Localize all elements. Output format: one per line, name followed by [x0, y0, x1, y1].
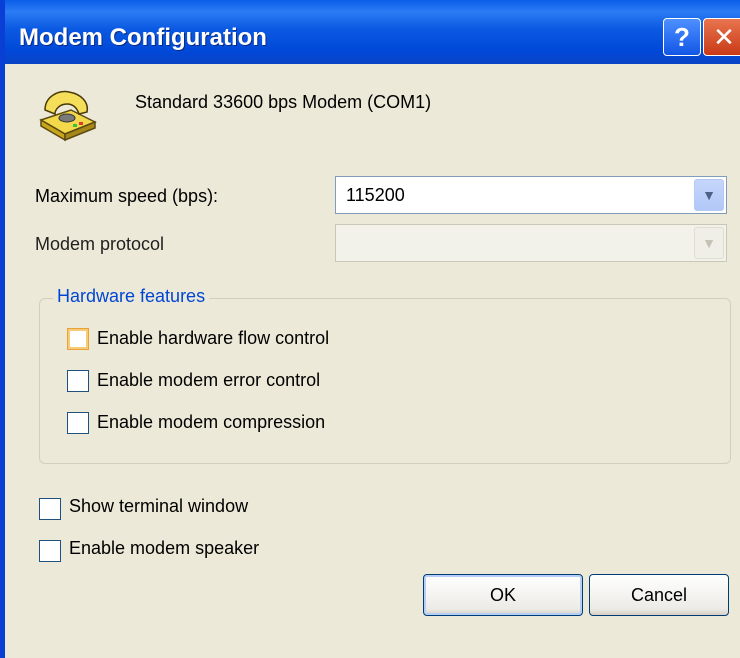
question-mark-icon: ?: [674, 22, 690, 52]
modem-compression-checkbox[interactable]: [67, 412, 89, 434]
chevron-down-icon: ▼: [694, 227, 724, 259]
hardware-flow-control-label[interactable]: Enable hardware flow control: [97, 328, 329, 349]
ok-button[interactable]: OK: [423, 574, 583, 616]
help-button[interactable]: ?: [663, 18, 701, 56]
modem-name: Standard 33600 bps Modem (COM1): [135, 92, 432, 112]
show-terminal-window-checkbox[interactable]: [39, 498, 61, 520]
max-speed-dropdown[interactable]: 115200 ▼: [335, 176, 727, 214]
modem-error-control-checkbox[interactable]: [67, 370, 89, 392]
enable-modem-speaker-label[interactable]: Enable modem speaker: [69, 538, 259, 559]
chevron-down-icon[interactable]: ▼: [694, 179, 724, 211]
show-terminal-window-label[interactable]: Show terminal window: [69, 496, 248, 517]
max-speed-label: Maximum speed (bps):: [35, 186, 219, 206]
modem-compression-label[interactable]: Enable modem compression: [97, 412, 325, 433]
hardware-flow-control-checkbox[interactable]: [67, 328, 89, 350]
close-icon: ✕: [713, 22, 735, 52]
hardware-features-title: Hardware features: [53, 286, 210, 307]
modem-protocol-dropdown: ▼: [335, 224, 727, 262]
modem-protocol-label: Modem protocol: [35, 234, 165, 254]
close-button[interactable]: ✕: [703, 18, 740, 56]
window-title: Modem Configuration: [19, 24, 267, 51]
cancel-button[interactable]: Cancel: [589, 574, 729, 616]
title-bar[interactable]: Modem Configuration ? ✕: [5, 0, 740, 64]
max-speed-value: 115200: [346, 185, 405, 205]
modem-configuration-dialog: Modem Configuration ? ✕ Standard 33600 b…: [0, 0, 740, 658]
modem-error-control-label[interactable]: Enable modem error control: [97, 370, 320, 391]
enable-modem-speaker-checkbox[interactable]: [39, 540, 61, 562]
telephone-modem-icon: [39, 90, 97, 142]
